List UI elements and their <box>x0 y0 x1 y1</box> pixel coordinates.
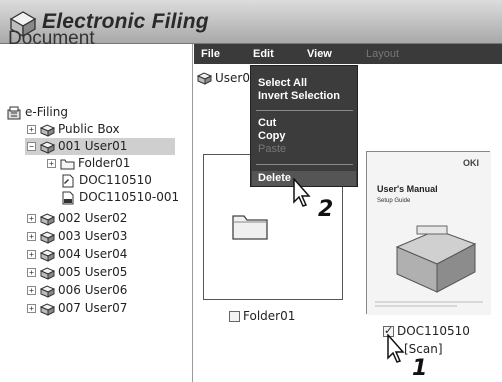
tree-label: Public Box <box>58 122 120 136</box>
tree-label: 003 User03 <box>58 229 128 243</box>
box-icon <box>40 212 55 226</box>
tree-label: e-Filing <box>25 105 68 119</box>
tree-item-user01[interactable]: − 001 User01 <box>25 138 175 155</box>
folder-label: Folder01 <box>243 309 296 323</box>
menu-edit[interactable]: Edit <box>253 48 274 60</box>
box-icon <box>40 302 55 316</box>
document-sublabel: [Scan] <box>404 342 443 356</box>
tree-item-user07[interactable]: + 007 User07 <box>27 300 127 317</box>
collapse-icon[interactable]: − <box>27 142 36 151</box>
tree-item-user04[interactable]: + 004 User04 <box>27 246 127 263</box>
folder-icon <box>232 215 268 240</box>
tree-label: 006 User06 <box>58 283 128 297</box>
cursor-pointer-icon <box>387 334 405 363</box>
efiling-icon <box>7 106 22 120</box>
thumb-title: User's Manual <box>377 184 438 194</box>
menu-separator <box>256 110 353 111</box>
thumb-brand: OKI <box>463 158 479 168</box>
box-icon <box>197 71 212 85</box>
tree-item-public-box[interactable]: + Public Box <box>27 121 120 138</box>
document-thumbnail[interactable]: OKI User's Manual Setup Guide <box>366 151 491 315</box>
document-icon <box>61 191 76 205</box>
menu-separator <box>256 164 353 165</box>
expand-icon[interactable]: + <box>27 286 36 295</box>
box-icon <box>40 284 55 298</box>
tree-item-user06[interactable]: + 006 User06 <box>27 282 127 299</box>
expand-icon[interactable]: + <box>27 304 36 313</box>
tree-label: DOC110510-001 <box>79 190 180 204</box>
document-heading: Document <box>8 28 95 49</box>
tree-item-user03[interactable]: + 003 User03 <box>27 228 127 245</box>
tree-label: Folder01 <box>78 156 131 170</box>
tree-label: 004 User04 <box>58 247 128 261</box>
menu-layout: Layout <box>366 48 400 60</box>
folder-icon <box>60 157 75 171</box>
tree-item-folder01[interactable]: + Folder01 <box>47 155 130 172</box>
tree-label: 002 User02 <box>58 211 128 225</box>
tree-label: 005 User05 <box>58 265 128 279</box>
menu-invert-selection[interactable]: Invert Selection <box>258 90 340 102</box>
expand-icon[interactable]: + <box>27 125 36 134</box>
menu-copy[interactable]: Copy <box>258 130 286 142</box>
folder-item-caption: Folder01 <box>229 309 295 323</box>
cursor-pointer-icon <box>293 178 311 207</box>
expand-icon[interactable]: + <box>27 232 36 241</box>
menu-select-all[interactable]: Select All <box>258 77 307 89</box>
manual-cover-image: OKI User's Manual Setup Guide <box>367 152 491 315</box>
box-icon <box>40 266 55 280</box>
tree-label: 001 User01 <box>58 139 128 153</box>
tree-label: DOC110510 <box>79 173 152 187</box>
tree-item-user05[interactable]: + 005 User05 <box>27 264 127 281</box>
edit-dropdown-menu: Select All Invert Selection Cut Copy Pas… <box>250 65 358 187</box>
box-icon <box>40 248 55 262</box>
tree-item-doc110510[interactable]: DOC110510 <box>61 172 152 189</box>
menu-file[interactable]: File <box>201 48 220 60</box>
breadcrumb: User0 <box>197 71 250 85</box>
expand-icon[interactable]: + <box>27 268 36 277</box>
tree-item-efiling[interactable]: e-Filing <box>7 104 68 121</box>
tree-item-doc110510-001[interactable]: DOC110510-001 <box>61 189 179 206</box>
box-icon <box>40 123 55 137</box>
folder-checkbox[interactable] <box>229 310 240 322</box>
document-label: DOC110510 <box>397 324 470 338</box>
expand-icon[interactable]: + <box>47 159 56 168</box>
menu-view[interactable]: View <box>307 48 332 60</box>
menu-delete[interactable]: Delete <box>258 172 291 184</box>
box-icon <box>40 140 55 154</box>
document-icon <box>61 174 76 188</box>
expand-icon[interactable]: + <box>27 214 36 223</box>
box-icon <box>40 230 55 244</box>
step-number: 1 <box>412 356 428 381</box>
tree-item-user02[interactable]: + 002 User02 <box>27 210 127 227</box>
tree-label: 007 User07 <box>58 301 128 315</box>
expand-icon[interactable]: + <box>27 250 36 259</box>
breadcrumb-label: User0 <box>215 71 250 85</box>
menu-bar <box>194 44 502 64</box>
thumb-subtitle: Setup Guide <box>377 198 411 204</box>
menu-cut[interactable]: Cut <box>258 117 276 129</box>
menu-paste: Paste <box>258 143 287 155</box>
step-number: 2 <box>318 197 334 222</box>
